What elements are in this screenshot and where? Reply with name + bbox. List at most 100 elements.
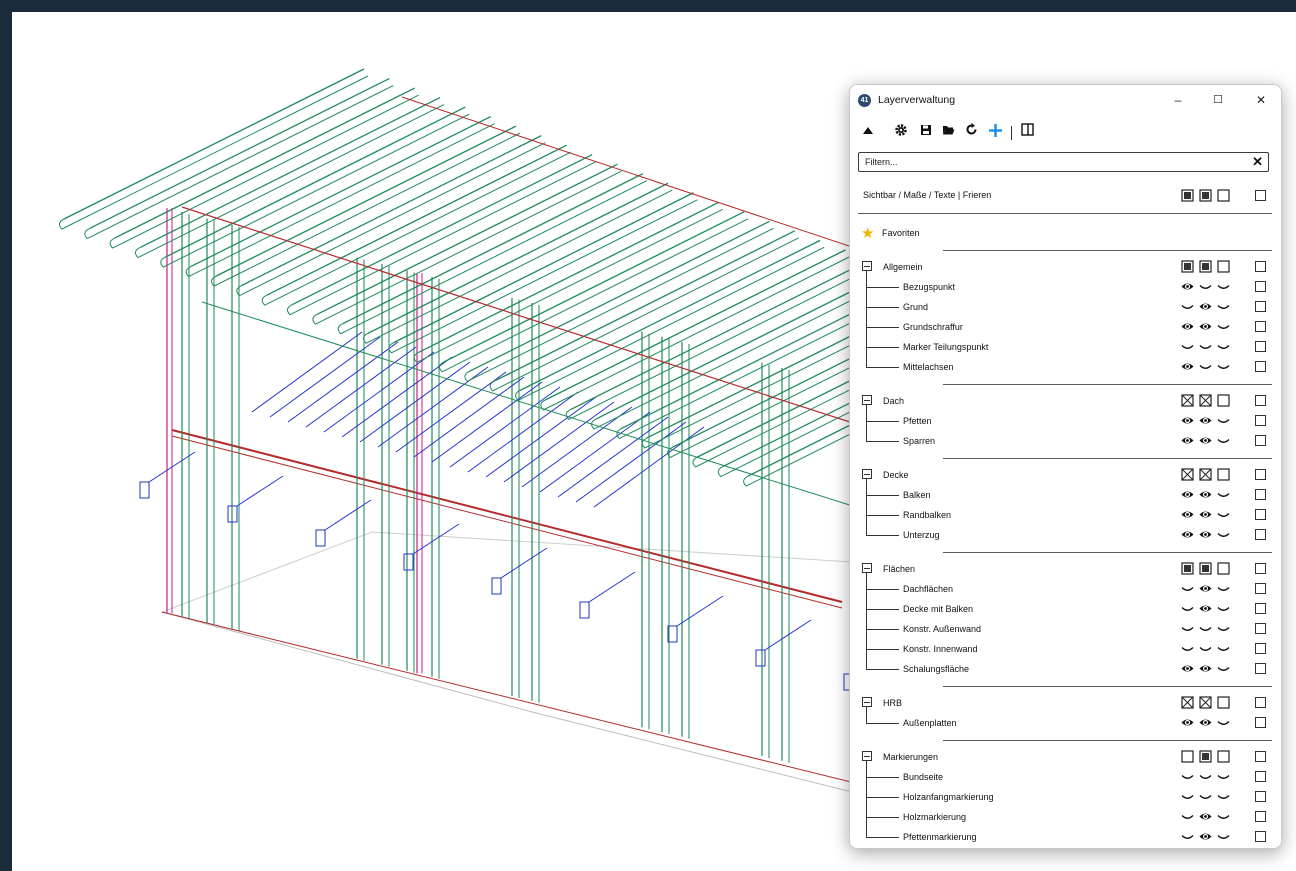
layer-visible-toggle[interactable] [1181, 508, 1194, 521]
freeze-checkbox[interactable] [1255, 415, 1266, 426]
freeze-checkbox[interactable] [1255, 623, 1266, 634]
layer-row[interactable]: Grund [850, 297, 1281, 317]
layer-visible-toggle[interactable] [1181, 360, 1194, 373]
group-texts-toggle[interactable] [1217, 468, 1230, 481]
layer-visible-toggle[interactable] [1181, 300, 1194, 313]
layer-row[interactable]: Pfetten [850, 411, 1281, 431]
layer-row[interactable]: Holzmarkierung [850, 807, 1281, 827]
group-visible-toggle[interactable] [1181, 394, 1194, 407]
group-texts-toggle[interactable] [1217, 394, 1230, 407]
freeze-checkbox[interactable] [1255, 281, 1266, 292]
layer-dims-toggle[interactable] [1199, 602, 1212, 615]
layer-dims-toggle[interactable] [1199, 716, 1212, 729]
group-texts-toggle[interactable] [1217, 696, 1230, 709]
layer-texts-toggle[interactable] [1217, 280, 1230, 293]
group-visible-toggle[interactable] [1181, 750, 1194, 763]
freeze-checkbox[interactable] [1255, 643, 1266, 654]
freeze-checkbox[interactable] [1255, 395, 1266, 406]
layer-row[interactable]: Decke mit Balken [850, 599, 1281, 619]
freeze-checkbox[interactable] [1255, 509, 1266, 520]
layer-texts-toggle[interactable] [1217, 662, 1230, 675]
layer-visible-toggle[interactable] [1181, 642, 1194, 655]
layer-row[interactable]: Balken [850, 485, 1281, 505]
layer-texts-toggle[interactable] [1217, 830, 1230, 843]
freeze-checkbox[interactable] [1255, 435, 1266, 446]
layer-visible-toggle[interactable] [1181, 280, 1194, 293]
layer-visible-toggle[interactable] [1181, 582, 1194, 595]
layer-visible-toggle[interactable] [1181, 602, 1194, 615]
layer-row[interactable]: Grundschraffur [850, 317, 1281, 337]
group-dims-toggle[interactable] [1199, 394, 1212, 407]
layer-row[interactable]: Außenplatten [850, 713, 1281, 733]
layer-row[interactable]: Bundseite [850, 767, 1281, 787]
collapse-toggle-icon[interactable] [862, 563, 872, 573]
freeze-checkbox[interactable] [1255, 811, 1266, 822]
freeze-checkbox[interactable] [1255, 261, 1266, 272]
group-visible-toggle[interactable] [1181, 696, 1194, 709]
layer-dims-toggle[interactable] [1199, 360, 1212, 373]
layer-dims-toggle[interactable] [1199, 488, 1212, 501]
layer-dims-toggle[interactable] [1199, 622, 1212, 635]
layer-row[interactable]: Mittelachsen [850, 357, 1281, 377]
layer-group-row[interactable]: Decke [850, 465, 1281, 485]
layer-dims-toggle[interactable] [1199, 662, 1212, 675]
freeze-checkbox[interactable] [1255, 717, 1266, 728]
layer-visible-toggle[interactable] [1181, 810, 1194, 823]
layer-visible-toggle[interactable] [1181, 622, 1194, 635]
freeze-checkbox[interactable] [1255, 603, 1266, 614]
group-dims-toggle[interactable] [1199, 750, 1212, 763]
layer-dims-toggle[interactable] [1199, 414, 1212, 427]
collapse-toggle-icon[interactable] [862, 469, 872, 479]
freeze-checkbox[interactable] [1255, 563, 1266, 574]
layer-visible-toggle[interactable] [1181, 414, 1194, 427]
group-dims-toggle[interactable] [1199, 696, 1212, 709]
layer-row[interactable]: Pfettenmarkierung [850, 827, 1281, 847]
freeze-checkbox[interactable] [1255, 751, 1266, 762]
layer-texts-toggle[interactable] [1217, 414, 1230, 427]
layer-visible-toggle[interactable] [1181, 528, 1194, 541]
layer-visible-toggle[interactable] [1181, 790, 1194, 803]
group-texts-toggle[interactable] [1217, 750, 1230, 763]
layer-texts-toggle[interactable] [1217, 602, 1230, 615]
layer-texts-toggle[interactable] [1217, 810, 1230, 823]
freeze-checkbox[interactable] [1255, 301, 1266, 312]
group-dims-toggle[interactable] [1199, 260, 1212, 273]
layer-texts-toggle[interactable] [1217, 770, 1230, 783]
layer-dims-toggle[interactable] [1199, 434, 1212, 447]
collapse-toggle-icon[interactable] [862, 261, 872, 271]
layer-visible-toggle[interactable] [1181, 716, 1194, 729]
layer-texts-toggle[interactable] [1217, 434, 1230, 447]
group-visible-toggle[interactable] [1181, 260, 1194, 273]
group-texts-toggle[interactable] [1217, 260, 1230, 273]
collapse-toggle-icon[interactable] [862, 697, 872, 707]
layer-row[interactable]: Marker Teilungspunkt [850, 337, 1281, 357]
freeze-checkbox[interactable] [1255, 583, 1266, 594]
layer-texts-toggle[interactable] [1217, 528, 1230, 541]
layer-group-row[interactable]: Flächen [850, 559, 1281, 579]
layer-texts-toggle[interactable] [1217, 488, 1230, 501]
layer-dims-toggle[interactable] [1199, 280, 1212, 293]
freeze-checkbox[interactable] [1255, 321, 1266, 332]
group-visible-toggle[interactable] [1181, 562, 1194, 575]
freeze-checkbox[interactable] [1255, 469, 1266, 480]
layer-texts-toggle[interactable] [1217, 582, 1230, 595]
layer-dims-toggle[interactable] [1199, 528, 1212, 541]
layer-visible-toggle[interactable] [1181, 770, 1194, 783]
freeze-checkbox[interactable] [1255, 489, 1266, 500]
layer-dims-toggle[interactable] [1199, 340, 1212, 353]
layer-dims-toggle[interactable] [1199, 770, 1212, 783]
layer-row[interactable]: Schalungsfläche [850, 659, 1281, 679]
freeze-checkbox[interactable] [1255, 697, 1266, 708]
layer-group-row[interactable]: Dach [850, 391, 1281, 411]
layer-texts-toggle[interactable] [1217, 320, 1230, 333]
layer-dims-toggle[interactable] [1199, 642, 1212, 655]
layer-row[interactable]: Holzanfangmarkierung [850, 787, 1281, 807]
collapse-toggle-icon[interactable] [862, 751, 872, 761]
group-dims-toggle[interactable] [1199, 562, 1212, 575]
layer-dims-toggle[interactable] [1199, 790, 1212, 803]
group-texts-toggle[interactable] [1217, 562, 1230, 575]
layer-texts-toggle[interactable] [1217, 622, 1230, 635]
freeze-checkbox[interactable] [1255, 791, 1266, 802]
layer-row[interactable]: Randbalken [850, 505, 1281, 525]
layer-visible-toggle[interactable] [1181, 340, 1194, 353]
